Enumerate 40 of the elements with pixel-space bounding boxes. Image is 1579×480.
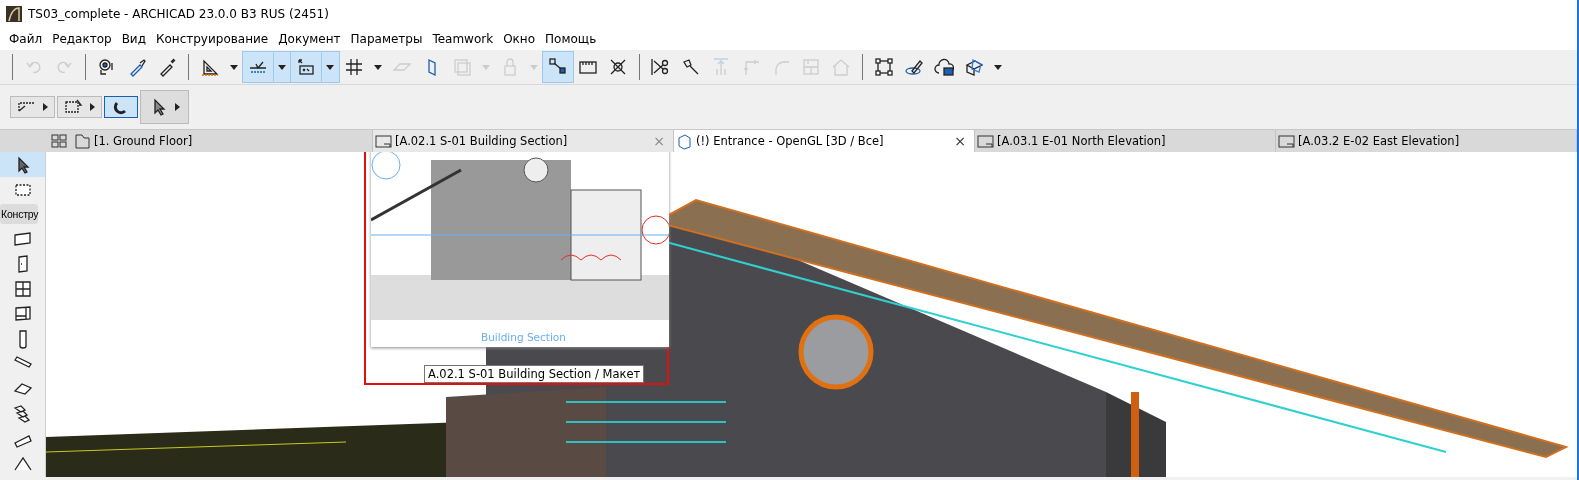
tab[interactable]: (!) Entrance - OpenGL [3D / Все] × [674, 130, 975, 152]
arrow-button[interactable] [140, 90, 189, 124]
caret-icon [530, 64, 538, 70]
sheet-icon [1278, 132, 1295, 150]
window-icon [12, 278, 33, 299]
menu-item[interactable]: Конструирование [150, 32, 274, 46]
tooltip: A.02.1 S-01 Building Section / Макет [424, 365, 645, 383]
caret-icon [994, 64, 1002, 70]
menu-item[interactable]: Параметры [345, 32, 428, 46]
drawing-caption: Building Section [481, 331, 566, 343]
plan-icon [74, 132, 91, 150]
menu-item[interactable]: Вид [116, 32, 151, 46]
caret-icon [278, 64, 286, 70]
sheet-icon [375, 132, 392, 150]
menu-item[interactable]: Teamwork [427, 32, 499, 46]
view-grid-icon[interactable] [51, 134, 67, 148]
arrow-tool[interactable] [0, 152, 45, 178]
caret-icon [374, 64, 382, 70]
marquee-button[interactable] [10, 96, 55, 118]
menu-item[interactable]: Редактор [47, 32, 117, 46]
caret-icon [175, 103, 180, 111]
magnet-button[interactable] [104, 96, 138, 118]
caret-icon [230, 64, 238, 70]
menu-item[interactable]: Окно [498, 32, 541, 46]
toolbox-section-label[interactable]: Констру [0, 204, 39, 225]
cube-icon [676, 132, 693, 150]
skylight-icon [12, 303, 33, 324]
caret-icon [90, 103, 95, 111]
app-logo-icon [6, 6, 22, 22]
marquee-arrow-button[interactable] [57, 96, 102, 118]
caret-icon [326, 64, 334, 70]
caret-icon [482, 64, 490, 70]
caret-icon [43, 103, 48, 111]
menu-item[interactable]: Файл [4, 32, 48, 46]
sheet-icon [977, 132, 994, 150]
tab[interactable]: [A.02.1 S-01 Building Section] × [373, 130, 674, 152]
window-title: TS03_complete - ARCHICAD 23.0.0 B3 RUS (2451) [28, 7, 329, 21]
menu-item[interactable]: Документ [273, 32, 346, 46]
close-button[interactable]: × [954, 133, 966, 149]
menu-item[interactable]: Помощь [540, 32, 602, 46]
